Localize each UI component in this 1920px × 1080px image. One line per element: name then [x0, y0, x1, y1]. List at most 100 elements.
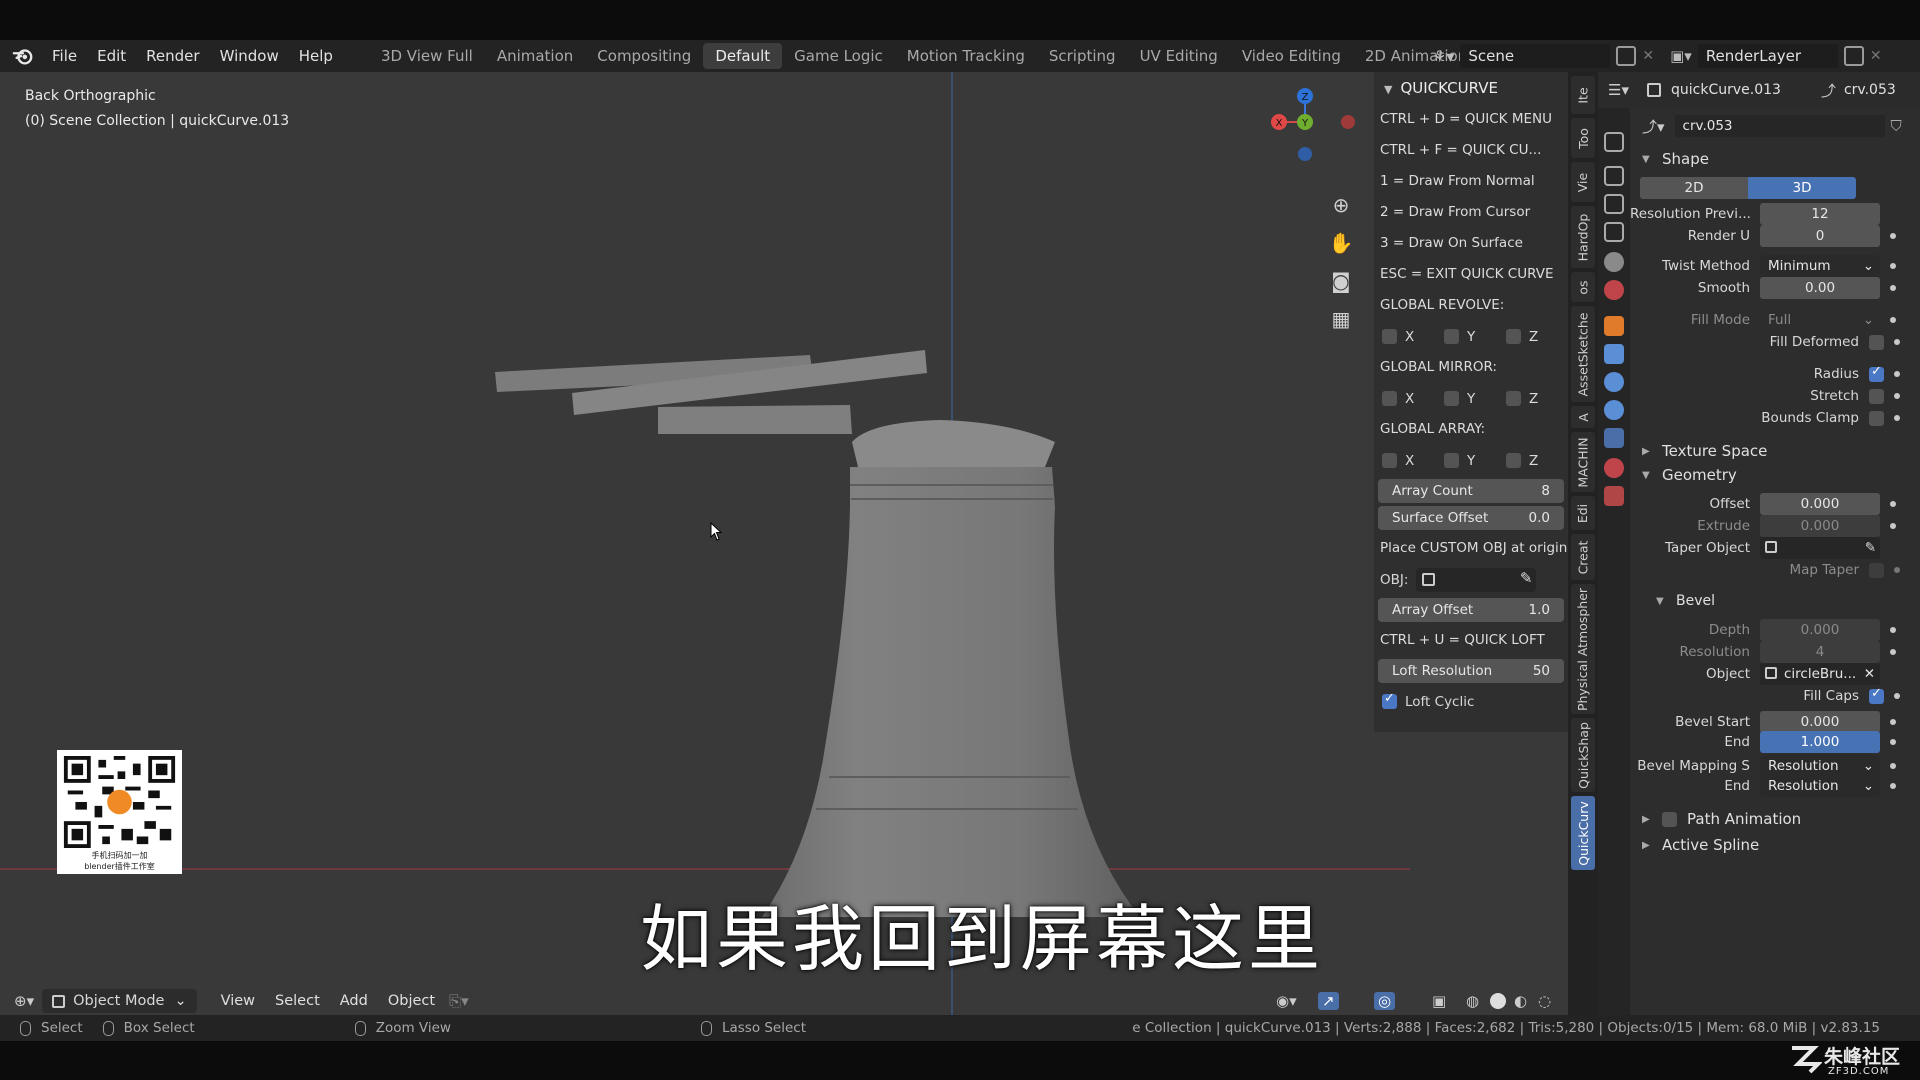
material-shading-icon[interactable]: ◐	[1514, 992, 1527, 1010]
keyframe-dot-icon[interactable]	[1890, 649, 1896, 655]
output-tab-icon[interactable]	[1604, 194, 1624, 214]
object-menu[interactable]: Object	[378, 993, 445, 1009]
side-tab-quickcurve[interactable]: QuickCurv	[1571, 796, 1595, 870]
side-tab-create[interactable]: Creat	[1571, 534, 1595, 580]
curve-data-tab-icon[interactable]	[1604, 428, 1624, 448]
delete-scene-icon[interactable]: ✕	[1642, 48, 1654, 64]
bevel-mapping-end-dropdown[interactable]: Resolution ⌄	[1760, 775, 1880, 797]
revolve-y-checkbox[interactable]	[1444, 329, 1459, 344]
path-animation-section-header[interactable]: ▶ Path Animation	[1630, 806, 1920, 832]
blender-logo-icon[interactable]	[12, 45, 34, 67]
scene-tab-icon[interactable]	[1604, 252, 1624, 272]
keyframe-dot-icon[interactable]	[1894, 339, 1900, 345]
bevel-end-field[interactable]: 1.000	[1760, 731, 1880, 753]
side-tab-quickshape[interactable]: QuickShap	[1571, 718, 1595, 792]
collapse-triangle-icon[interactable]: ▼	[1384, 83, 1392, 96]
fill-caps-checkbox[interactable]	[1869, 686, 1884, 704]
menu-file[interactable]: File	[42, 40, 87, 72]
side-tab-tool[interactable]: Too	[1571, 118, 1595, 158]
view-layer-icon[interactable]: ▣▾	[1670, 47, 1692, 65]
solid-shading-icon[interactable]	[1490, 993, 1506, 1009]
keyframe-dot-icon[interactable]	[1890, 739, 1896, 745]
loft-cyclic-checkbox[interactable]	[1382, 691, 1397, 709]
keyframe-dot-icon[interactable]	[1890, 285, 1896, 291]
new-view-layer-icon[interactable]	[1843, 46, 1864, 66]
scene-name-field[interactable]: Scene	[1460, 44, 1611, 68]
keyframe-dot-icon[interactable]	[1890, 317, 1896, 323]
gizmo-neg-x[interactable]	[1341, 115, 1355, 129]
depth-field[interactable]: 0.000	[1760, 619, 1880, 641]
tab-scripting[interactable]: Scripting	[1037, 43, 1128, 69]
bevel-section-header[interactable]: ▼ Bevel	[1630, 588, 1920, 614]
revolve-z-checkbox[interactable]	[1506, 329, 1521, 344]
fake-user-shield-icon[interactable]: ⛉	[1891, 117, 1902, 135]
modifier-tab-icon[interactable]	[1604, 344, 1624, 364]
gizmo-toggle-icon[interactable]: ↗	[1318, 992, 1339, 1010]
view-layer-tab-icon[interactable]	[1604, 222, 1624, 242]
keyframe-dot-icon[interactable]	[1890, 523, 1896, 529]
menu-help[interactable]: Help	[289, 40, 343, 72]
revolve-x-checkbox[interactable]	[1382, 329, 1397, 344]
quickcurve-panel-header[interactable]: ▼ QUICKCURVE	[1374, 72, 1568, 104]
side-tab-view[interactable]: Vie	[1571, 162, 1595, 202]
curve-model[interactable]	[480, 317, 1150, 927]
render-tab-icon[interactable]	[1604, 166, 1624, 186]
new-scene-icon[interactable]	[1616, 46, 1637, 66]
menu-render[interactable]: Render	[136, 40, 209, 72]
clear-x-icon[interactable]: ✕	[1864, 663, 1875, 685]
fill-deformed-checkbox[interactable]	[1869, 334, 1884, 350]
side-tab-item[interactable]: Ite	[1571, 76, 1595, 114]
smooth-field[interactable]: 0.00	[1760, 277, 1880, 299]
delete-view-layer-icon[interactable]: ✕	[1870, 48, 1882, 64]
path-animation-checkbox[interactable]	[1662, 811, 1677, 827]
particles-tab-icon[interactable]	[1604, 372, 1624, 392]
wireframe-shading-icon[interactable]: ◍	[1466, 992, 1479, 1010]
object-mode-dropdown[interactable]: Object Mode ⌄	[42, 989, 197, 1013]
array-offset-field[interactable]: Array Offset 1.0	[1378, 598, 1564, 622]
bevel-resolution-field[interactable]: 4	[1760, 641, 1880, 663]
keyframe-dot-icon[interactable]	[1894, 393, 1900, 399]
side-tab-physical-atmosphere[interactable]: Physical Atmospher	[1571, 584, 1595, 714]
active-spline-section-header[interactable]: ▶ Active Spline	[1630, 832, 1920, 858]
texture-tab-icon[interactable]	[1604, 486, 1624, 506]
keyframe-dot-icon[interactable]	[1890, 783, 1896, 789]
visibility-icon[interactable]: ◉▾	[1276, 992, 1297, 1010]
tab-compositing[interactable]: Compositing	[585, 43, 703, 69]
pan-hand-icon[interactable]: ✋	[1328, 230, 1354, 256]
physics-tab-icon[interactable]	[1604, 400, 1624, 420]
select-menu[interactable]: Select	[265, 993, 330, 1009]
keyframe-dot-icon[interactable]	[1894, 567, 1900, 573]
view-menu[interactable]: View	[211, 993, 265, 1009]
taper-object-field[interactable]: ✎	[1760, 537, 1880, 559]
menu-edit[interactable]: Edit	[87, 40, 136, 72]
side-tab-hardops[interactable]: HardOp	[1571, 206, 1595, 268]
editor-type-icon[interactable]: ☰▾	[1608, 81, 1629, 99]
side-tab-a[interactable]: A	[1571, 406, 1595, 428]
tab-uv-editing[interactable]: UV Editing	[1128, 43, 1230, 69]
keyframe-dot-icon[interactable]	[1890, 263, 1896, 269]
bevel-object-field[interactable]: circleBru... ✕	[1760, 663, 1880, 685]
tool-tab-icon[interactable]	[1604, 132, 1624, 152]
grid-icon[interactable]: ▦	[1328, 306, 1354, 332]
material-tab-icon[interactable]	[1604, 458, 1624, 478]
render-u-field[interactable]: 0	[1760, 225, 1880, 247]
eyedropper-icon[interactable]: ✎	[1520, 569, 1533, 587]
keyframe-dot-icon[interactable]	[1894, 693, 1900, 699]
geometry-section-header[interactable]: ▼ Geometry	[1630, 462, 1920, 488]
array-x-checkbox[interactable]	[1382, 453, 1397, 468]
keyframe-dot-icon[interactable]	[1894, 371, 1900, 377]
loft-resolution-field[interactable]: Loft Resolution 50	[1378, 659, 1564, 683]
keyframe-dot-icon[interactable]	[1890, 627, 1896, 633]
mirror-z-checkbox[interactable]	[1506, 391, 1521, 406]
obj-picker-field[interactable]: ✎	[1416, 567, 1537, 592]
view-layer-name-field[interactable]: RenderLayer	[1697, 44, 1838, 68]
array-count-field[interactable]: Array Count 8	[1378, 479, 1564, 503]
camera-icon[interactable]: ◙	[1328, 268, 1354, 294]
twist-method-dropdown[interactable]: Minimum ⌄	[1760, 255, 1880, 277]
dimension-2d-button[interactable]: 2D	[1640, 177, 1748, 199]
keyframe-dot-icon[interactable]	[1890, 233, 1896, 239]
rendered-shading-icon[interactable]: ◌	[1538, 992, 1551, 1010]
resolution-preview-field[interactable]: 12	[1760, 203, 1880, 225]
gizmo-neg-z[interactable]	[1298, 147, 1312, 161]
fill-mode-dropdown[interactable]: Full ⌄	[1760, 309, 1880, 331]
